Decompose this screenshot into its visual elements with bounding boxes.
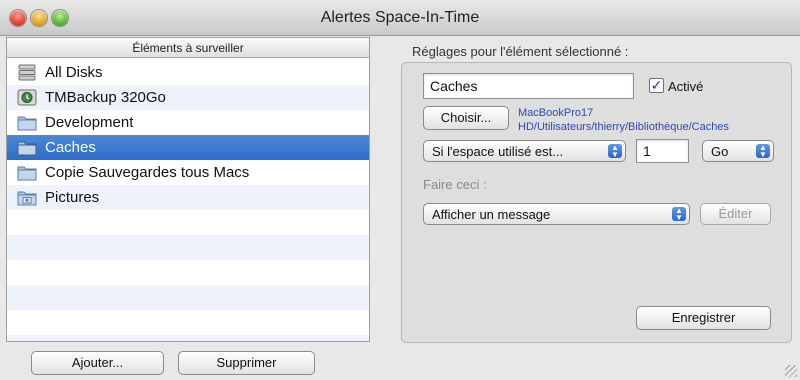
list-column-header[interactable]: Éléments à surveiller	[7, 38, 369, 58]
condition-popup-label: Si l'espace utilisé est...	[432, 144, 564, 159]
watched-items-list[interactable]: Éléments à surveiller All Disks TMBackup…	[6, 37, 370, 342]
action-popup[interactable]: Afficher un message ▲ ▼	[423, 203, 690, 225]
item-name-field[interactable]: Caches	[423, 73, 634, 99]
action-section-label: Faire ceci :	[423, 177, 487, 192]
window-title: Alertes Space-In-Time	[320, 9, 480, 26]
list-item-all-disks[interactable]: All Disks	[7, 60, 369, 85]
list-item-copie-sauvegardes[interactable]: Copie Sauvegardes tous Macs	[7, 160, 369, 185]
popup-arrows-icon: ▲ ▼	[608, 144, 622, 159]
edit-button[interactable]: Éditer	[700, 203, 771, 225]
list-rows: All Disks TMBackup 320Go Development Cac…	[7, 60, 369, 341]
resize-grip-icon[interactable]	[785, 365, 797, 377]
unit-popup[interactable]: Go ▲ ▼	[702, 140, 774, 162]
selected-path: MacBookPro17 HD/Utilisateurs/thierry/Bib…	[518, 107, 729, 133]
list-item-label: All Disks	[45, 64, 103, 81]
empty-row	[7, 335, 369, 341]
list-item-label: Copie Sauvegardes tous Macs	[45, 164, 250, 181]
choose-button[interactable]: Choisir...	[423, 106, 509, 130]
folder-icon	[17, 141, 37, 156]
enabled-label: Activé	[668, 79, 704, 94]
enabled-checkbox[interactable]: ✓	[649, 78, 664, 93]
list-item-label: Caches	[45, 139, 96, 156]
list-header-label: Éléments à surveiller	[132, 41, 244, 55]
folder-icon	[17, 166, 37, 181]
empty-row	[7, 260, 369, 285]
threshold-field[interactable]: 1	[636, 139, 689, 163]
settings-heading: Réglages pour l'élément sélectionné :	[412, 44, 629, 59]
popup-arrows-icon: ▲ ▼	[672, 207, 686, 222]
list-item-development[interactable]: Development	[7, 110, 369, 135]
list-item-label: Development	[45, 114, 134, 131]
unit-popup-label: Go	[711, 144, 729, 159]
remove-item-button[interactable]: Supprimer	[178, 351, 315, 375]
list-item-label: TMBackup 320Go	[45, 89, 166, 106]
app-window: Alertes Space-In-Time Éléments à surveil…	[0, 0, 800, 380]
empty-row	[7, 285, 369, 310]
action-popup-label: Afficher un message	[432, 207, 551, 222]
list-item-pictures[interactable]: Pictures	[7, 185, 369, 210]
condition-popup[interactable]: Si l'espace utilisé est... ▲ ▼	[423, 140, 626, 162]
disk-stack-icon	[18, 64, 36, 81]
popup-arrows-icon: ▲ ▼	[756, 144, 770, 159]
empty-row	[7, 310, 369, 335]
pictures-folder-icon	[17, 191, 37, 206]
list-item-label: Pictures	[45, 189, 100, 206]
title-bar[interactable]: Alertes Space-In-Time	[0, 0, 800, 36]
empty-row	[7, 210, 369, 235]
folder-icon	[17, 116, 37, 131]
empty-row	[7, 235, 369, 260]
add-item-button[interactable]: Ajouter...	[31, 351, 164, 375]
save-button[interactable]: Enregistrer	[636, 306, 771, 330]
list-item-tmbackup[interactable]: TMBackup 320Go	[7, 85, 369, 110]
time-machine-disk-icon	[17, 89, 37, 106]
list-item-caches[interactable]: Caches	[7, 135, 369, 160]
